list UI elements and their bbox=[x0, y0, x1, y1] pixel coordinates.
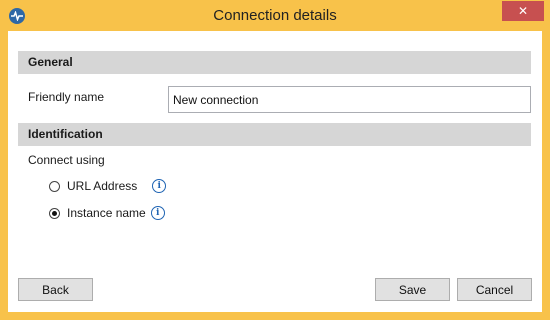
connection-details-window: Connection details ✕ General Friendly na… bbox=[0, 0, 550, 320]
cancel-button[interactable]: Cancel bbox=[457, 278, 532, 301]
friendly-name-label: Friendly name bbox=[28, 90, 105, 104]
window-title: Connection details bbox=[213, 7, 337, 24]
friendly-name-input[interactable] bbox=[168, 86, 531, 113]
radio-instance-name-label: Instance name bbox=[67, 206, 146, 220]
radio-url-address-label: URL Address bbox=[67, 179, 138, 193]
section-header-identification: Identification bbox=[18, 123, 531, 146]
section-header-general: General bbox=[18, 51, 531, 74]
connect-using-label: Connect using bbox=[28, 153, 105, 167]
title-bar[interactable]: Connection details ✕ bbox=[0, 0, 550, 31]
radio-url-address[interactable] bbox=[49, 180, 60, 192]
radio-instance-name[interactable] bbox=[49, 207, 60, 219]
radio-option-url-address[interactable]: URL Address i bbox=[49, 179, 167, 193]
close-icon: ✕ bbox=[517, 4, 529, 18]
radio-option-instance-name[interactable]: Instance name i bbox=[49, 206, 165, 220]
info-icon[interactable]: i bbox=[150, 206, 165, 220]
back-button[interactable]: Back bbox=[18, 278, 93, 301]
info-icon[interactable]: i bbox=[152, 179, 167, 193]
save-button[interactable]: Save bbox=[375, 278, 450, 301]
dialog-content: General Friendly name Identification Con… bbox=[8, 31, 542, 312]
close-button[interactable]: ✕ bbox=[502, 1, 544, 21]
